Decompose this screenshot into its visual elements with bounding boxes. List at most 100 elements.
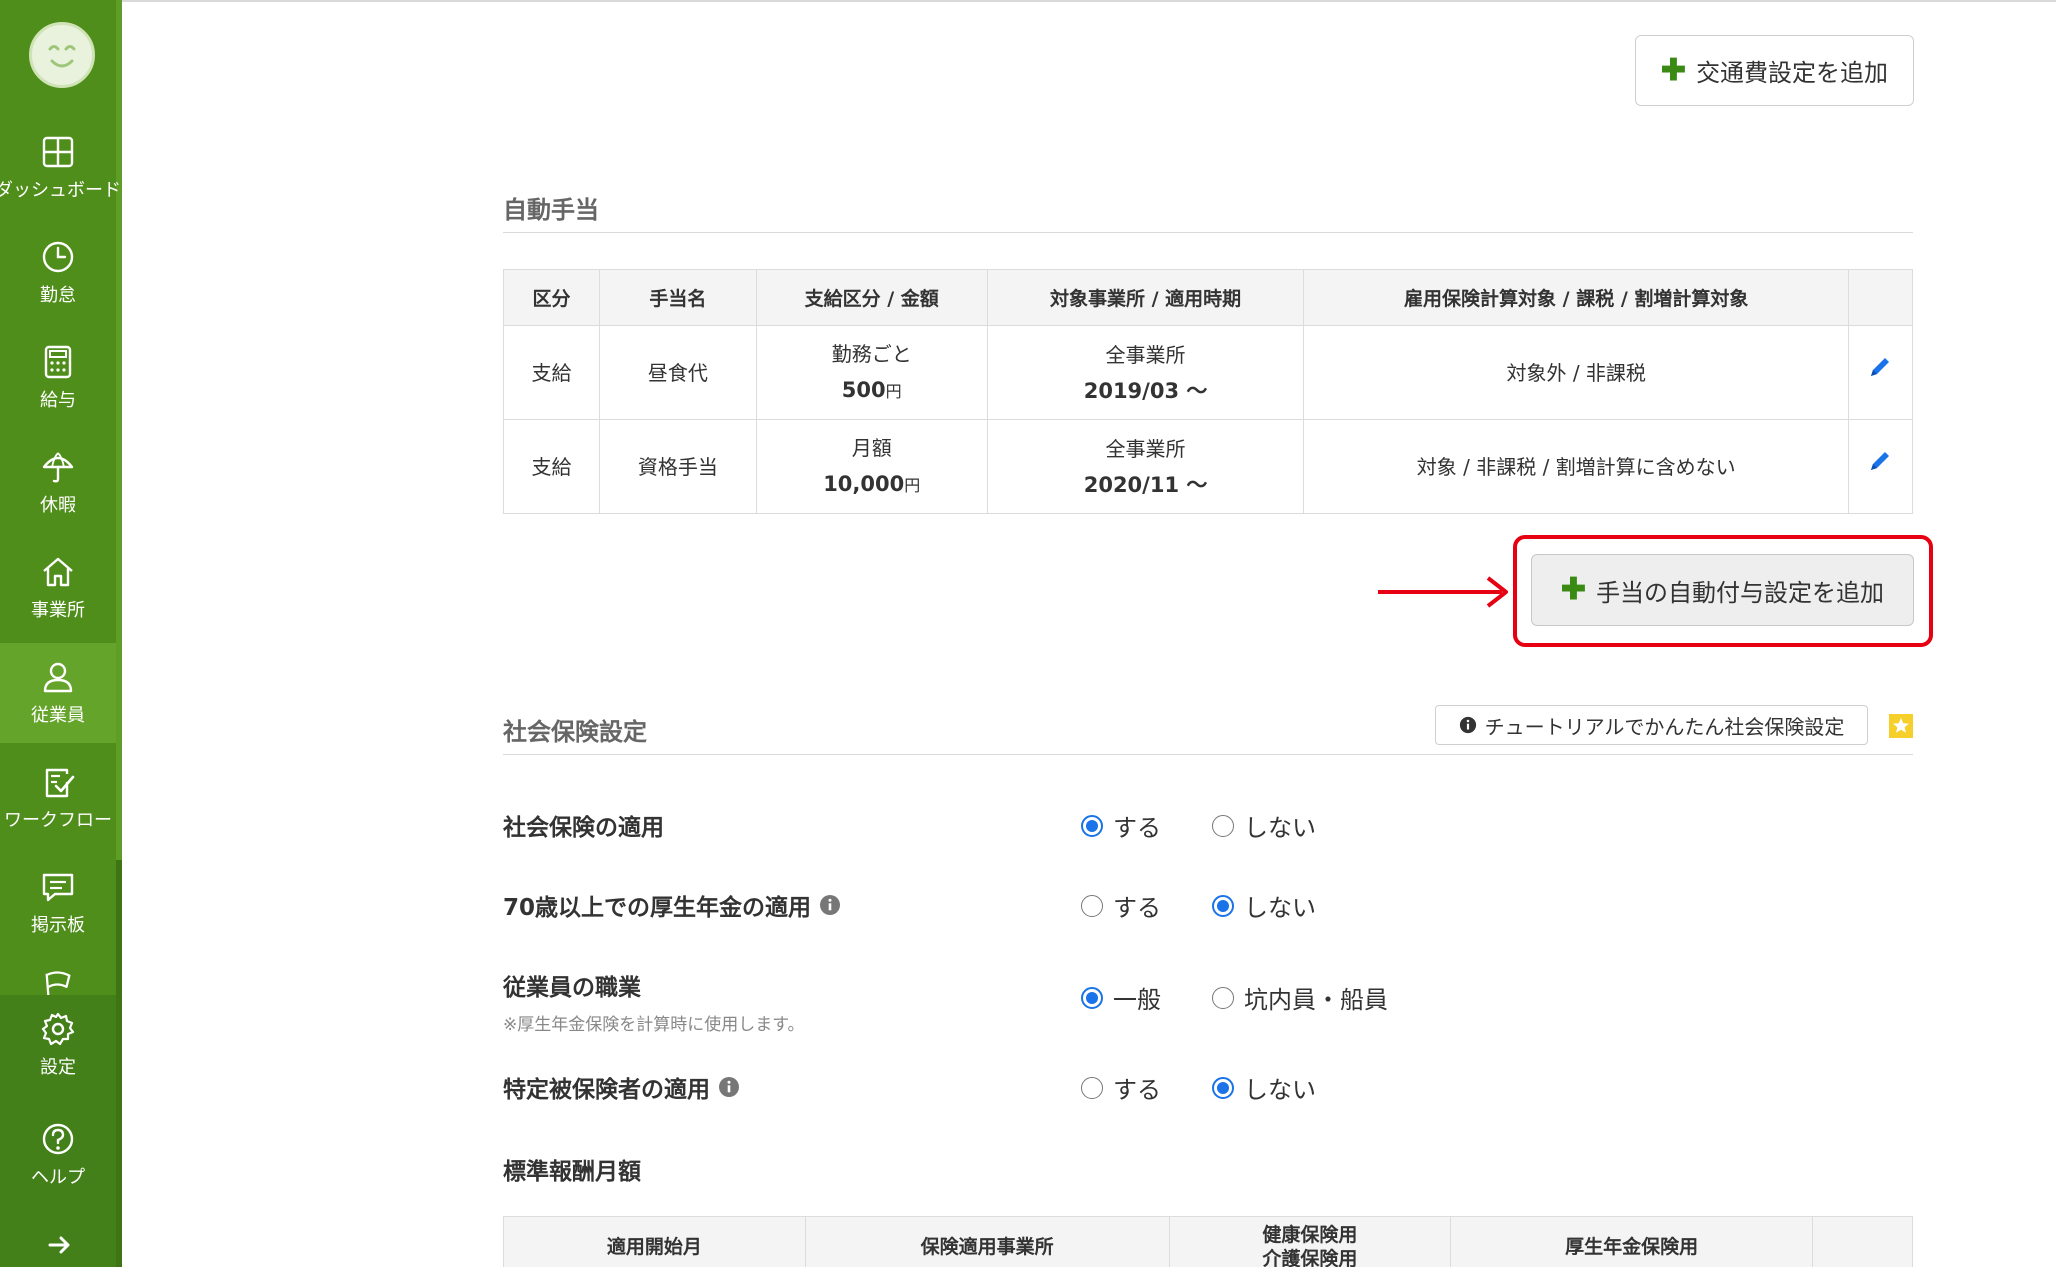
radio-label: しない [1244,1076,1316,1104]
radio-button[interactable] [1212,986,1234,1009]
clipboard-check-icon [45,768,75,798]
field-label-occupation: 従業員の職業 [503,968,641,1002]
sidebar-item-leave[interactable]: 休暇 [0,433,116,533]
amount-unit: 円 [885,381,902,401]
cell-targets: 対象 / 非課税 / 割増計算に含めない [1303,419,1849,514]
radio-pension-over-70-no[interactable]: しない [1212,888,1316,923]
radio-label: しない [1244,894,1316,922]
amount: 500円 [757,372,987,410]
tutorial-label: チュートリアルでかんたん社会保険設定 [1484,716,1845,739]
add-auto-allowance-button[interactable]: ✚ 手当の自動付与設定を追加 [1531,554,1914,626]
radio-button-selected[interactable] [1081,814,1103,837]
message-icon [42,873,74,902]
field-label-text: 従業員の職業 [503,975,641,1001]
period: 2019/03 〜 [1083,378,1208,403]
radio-button[interactable] [1212,814,1234,837]
add-auto-allowance-label: 手当の自動付与設定を追加 [1596,579,1885,607]
add-commute-setting-button[interactable]: ✚ 交通費設定を追加 [1635,35,1914,106]
radio-label: する [1113,1076,1161,1104]
top-divider [122,0,2056,2]
radio-button-selected[interactable] [1212,894,1234,917]
column-header [1847,269,1914,326]
radio-social-insurance-no[interactable]: しない [1212,808,1316,843]
social-insurance-title: 社会保険設定 [503,718,647,746]
pay-type: 月額 [851,435,892,460]
sidebar-item-label: 事業所 [31,600,85,621]
info-circle-icon [1459,716,1476,734]
column-header: 雇用保険計算対象 / 課税 / 割増計算対象 [1303,269,1849,326]
column-header: 適用開始月 [503,1216,806,1267]
dashboard-icon [42,136,74,168]
table-header-row: 区分 手当名 支給区分 / 金額 対象事業所 / 適用時期 雇用保険計算対象 /… [503,269,1914,326]
plus-icon: ✚ [1660,53,1687,87]
person-icon [43,662,73,693]
radio-label: 坑内員・船員 [1244,986,1388,1014]
sidebar-item-label: 休暇 [40,495,76,516]
sidebar-item-label: 掲示板 [31,915,85,936]
smiley-avatar-icon [48,45,76,68]
cell-kubun: 支給 [503,325,600,420]
table-row: 支給 昼食代 勤務ごと 500円 全事業所 2019/03 〜 対象外 / 非課… [503,325,1914,420]
radio-specified-insured-no[interactable]: しない [1212,1070,1316,1105]
main-content: ✚ 交通費設定を追加 自動手当 区分 手当名 支給区分 / 金額 対象事業所 /… [122,0,2056,1267]
amount-value: 500 [841,377,886,402]
column-header: 厚生年金保険用 [1450,1216,1814,1267]
sidebar-item-dashboard[interactable]: ダッシュボード [0,118,121,218]
column-header [1812,1216,1913,1267]
sidebar-item-label: ワークフロー [4,810,112,831]
info-icon[interactable] [819,894,841,916]
auto-allowance-title: 自動手当 [503,196,599,224]
sidebar-item-bulletin[interactable]: 掲示板 [0,853,116,953]
edit-pencil-icon[interactable] [1867,448,1893,474]
sidebar-item-workflow[interactable]: ワークフロー [0,748,116,848]
avatar[interactable] [29,22,95,88]
radio-button[interactable] [1081,894,1103,917]
tutorial-social-insurance-button[interactable]: チュートリアルでかんたん社会保険設定 [1435,705,1868,745]
sidebar-item-attendance[interactable]: 勤怠 [0,223,116,323]
section-divider [503,754,1913,755]
table-header-row: 適用開始月 保険適用事業所 健康保険用 介護保険用 厚生年金保険用 [503,1216,1913,1267]
calculator-icon [44,345,72,379]
field-label-specified-insured: 特定被保険者の適用 [503,1070,740,1104]
cell-targets: 対象外 / 非課税 [1303,325,1849,420]
bookmark-star-icon[interactable] [1888,713,1914,739]
field-label-text: 社会保険の適用 [503,815,664,841]
radio-pension-over-70-yes[interactable]: する [1081,888,1161,923]
sidebar: ダッシュボード 勤怠 給与 休暇 事業所 従業員 ワークフロー 掲示板 設定 ヘ… [0,0,122,1267]
cell-office-period: 全事業所 2020/11 〜 [986,419,1305,514]
expand-sidebar-arrow-icon[interactable] [44,1230,74,1260]
home-icon [43,557,73,587]
plus-icon: ✚ [1560,573,1587,606]
radio-occupation-general[interactable]: 一般 [1081,980,1161,1015]
sidebar-item-employees[interactable]: 従業員 [0,643,116,743]
info-icon[interactable] [718,1076,740,1098]
sidebar-item-label: ダッシュボード [0,180,121,201]
radio-button-selected[interactable] [1212,1076,1234,1099]
sidebar-item-payroll[interactable]: 給与 [0,328,116,428]
amount: 10,000円 [757,466,987,504]
sidebar-item-office[interactable]: 事業所 [0,538,116,638]
occupation-note: ※厚生年金保険を計算時に使用します。 [503,1015,805,1035]
sidebar-item-label: 勤怠 [40,285,76,306]
gear-icon [41,1012,75,1046]
radio-specified-insured-yes[interactable]: する [1081,1070,1161,1105]
radio-button-selected[interactable] [1081,986,1103,1009]
radio-occupation-miner-seaman[interactable]: 坑内員・船員 [1212,980,1388,1015]
field-label-social-insurance: 社会保険の適用 [503,808,664,842]
column-header-line: 健康保険用 [1262,1223,1358,1246]
column-header-line: 介護保険用 [1262,1247,1358,1267]
add-commute-setting-label: 交通費設定を追加 [1696,60,1889,87]
edit-pencil-icon[interactable] [1867,354,1893,380]
office: 全事業所 [1105,342,1186,367]
sidebar-item-settings[interactable]: 設定 [0,995,116,1095]
section-divider [503,232,1913,233]
radio-social-insurance-yes[interactable]: する [1081,808,1161,843]
sidebar-item-help[interactable]: ヘルプ [0,1105,116,1205]
auto-allowance-table: 区分 手当名 支給区分 / 金額 対象事業所 / 適用時期 雇用保険計算対象 /… [503,269,1914,514]
pay-type: 勤務ごと [831,341,912,366]
radio-button[interactable] [1081,1076,1103,1099]
column-header: 健康保険用 介護保険用 [1168,1216,1452,1267]
period: 2020/11 〜 [1083,472,1208,497]
red-arrow-annotation-icon [1378,576,1508,608]
radio-label: する [1113,814,1161,842]
